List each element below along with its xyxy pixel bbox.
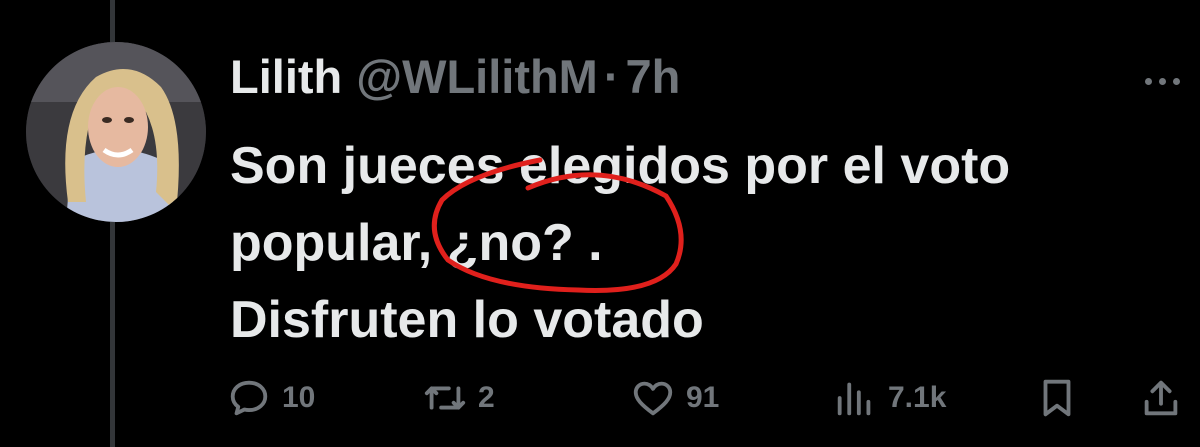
views-count: 7.1k [888,381,947,414]
author-name[interactable]: Lilith [230,49,342,104]
more-dots-icon[interactable] [1145,78,1180,85]
tweet-line: Son jueces elegidos por el voto [230,137,1011,195]
share-button[interactable] [1138,372,1184,424]
views-button[interactable]: 7.1k [832,372,946,424]
author-handle[interactable]: @WLilithM [356,49,598,104]
bookmark-icon [1043,379,1071,417]
repost-button[interactable]: 2 [422,372,495,424]
share-upload-icon [1144,380,1178,416]
like-button[interactable]: 91 [630,372,719,424]
like-count: 91 [686,381,720,414]
tweet-header: Lilith @WLilithM · 7h [230,46,680,106]
separator-dot: · [603,49,620,103]
action-bar: 10 2 91 7.1k [226,372,1186,424]
heart-icon [633,381,673,416]
avatar-image [26,42,206,222]
tweet-text: Son jueces elegidos por el voto popular,… [230,128,1170,359]
repost-count: 2 [478,381,495,414]
bar-chart-icon [837,382,871,416]
repost-arrows-icon [424,386,466,410]
timestamp[interactable]: 7h [626,49,681,104]
reply-bubble-icon [230,380,268,416]
tweet-line: Disfruten lo votado [230,291,704,349]
tweet-line: popular, ¿no? . [230,214,603,272]
bookmark-button[interactable] [1034,372,1080,424]
reply-count: 10 [282,381,316,414]
reply-button[interactable]: 10 [226,372,315,424]
avatar[interactable] [26,42,206,222]
